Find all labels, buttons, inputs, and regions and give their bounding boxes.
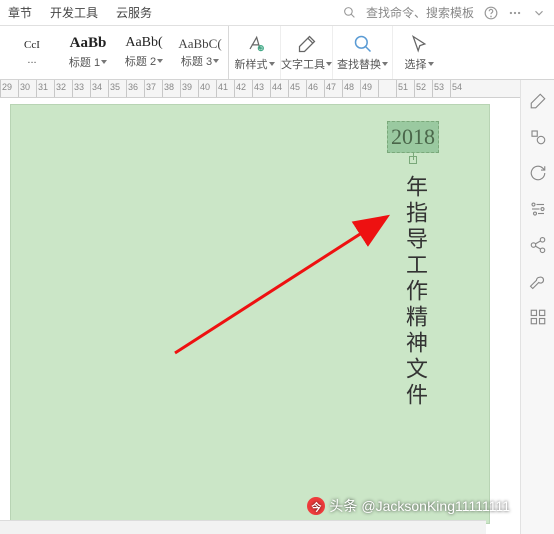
- style-preview: AaBb(: [125, 36, 162, 50]
- style-preview: CcI: [24, 40, 40, 51]
- style-label: 标题 1: [69, 54, 107, 70]
- ruler-tick: 51: [396, 80, 414, 98]
- style-preview: AaBb: [70, 36, 107, 51]
- shapes-icon[interactable]: [529, 128, 547, 146]
- ruler-tick: 45: [288, 80, 306, 98]
- menu-cloud[interactable]: 云服务: [116, 4, 152, 21]
- watermark-handle: @JacksonKing11111111: [361, 498, 510, 514]
- text-tool-button[interactable]: 文字工具: [281, 26, 333, 79]
- ruler-tick: 32: [54, 80, 72, 98]
- style-gallery: CcI ... AaBb 标题 1 AaBb( 标题 2 AaBbC( 标题 3: [4, 26, 229, 79]
- collapse-icon[interactable]: [532, 6, 546, 20]
- ruler-tick: 29: [0, 80, 18, 98]
- ruler-tick: 49: [360, 80, 378, 98]
- ruler-tick: 36: [126, 80, 144, 98]
- ruler-tick: 40: [198, 80, 216, 98]
- style-label: 标题 2: [125, 53, 163, 69]
- cursor-icon: [409, 34, 429, 54]
- style-heading3[interactable]: AaBbC( 标题 3: [172, 26, 228, 79]
- ruler-tick: 38: [162, 80, 180, 98]
- grid-icon[interactable]: [529, 308, 547, 326]
- ruler-tick: 43: [252, 80, 270, 98]
- ruler-tick: 41: [216, 80, 234, 98]
- edit-icon[interactable]: [529, 92, 547, 110]
- watermark: 今 头条 @JacksonKing11111111: [307, 496, 510, 516]
- horizontal-scrollbar[interactable]: [0, 520, 486, 534]
- find-replace-button[interactable]: 查找替换: [333, 26, 393, 79]
- search-icon: [353, 34, 373, 54]
- text-tool-icon: [297, 34, 317, 54]
- horizontal-ruler[interactable]: 2930313233343536373839404142434445464748…: [0, 80, 554, 98]
- style-heading2[interactable]: AaBb( 标题 2: [116, 26, 172, 79]
- ruler-tick: 53: [432, 80, 450, 98]
- style-normal[interactable]: CcI ...: [4, 26, 60, 79]
- ruler-tick: 35: [108, 80, 126, 98]
- style-heading1[interactable]: AaBb 标题 1: [60, 26, 116, 79]
- style-label: 标题 3: [181, 53, 219, 69]
- menu-chapter[interactable]: 章节: [8, 4, 32, 21]
- right-sidebar: [520, 80, 554, 534]
- ruler-tick: 52: [414, 80, 432, 98]
- share-icon[interactable]: [529, 236, 547, 254]
- ruler-tick: 47: [324, 80, 342, 98]
- new-style-button[interactable]: 新样式: [229, 26, 281, 79]
- ruler-tick: 39: [180, 80, 198, 98]
- ruler-tick: [378, 80, 396, 98]
- ruler-tick: 54: [450, 80, 468, 98]
- document-canvas[interactable]: 2018 年指导工作精神文件: [0, 98, 520, 534]
- ruler-tick: 30: [18, 80, 36, 98]
- ruler-tick: 37: [144, 80, 162, 98]
- new-style-icon: [245, 34, 265, 54]
- ruler-tick: 33: [72, 80, 90, 98]
- watermark-logo-icon: 今: [307, 497, 325, 515]
- expand-icon[interactable]: [508, 6, 522, 20]
- style-label: ...: [27, 54, 36, 66]
- ruler-tick: 31: [36, 80, 54, 98]
- refresh-icon[interactable]: [529, 164, 547, 182]
- menu-devtools[interactable]: 开发工具: [50, 4, 98, 21]
- select-button[interactable]: 选择: [393, 26, 445, 79]
- document-title-vertical[interactable]: 年指导工作精神文件: [399, 175, 431, 409]
- ruler-tick: 46: [306, 80, 324, 98]
- ruler-tick: 42: [234, 80, 252, 98]
- search-hint: 查找命令、搜索模板: [366, 4, 474, 21]
- search-icon[interactable]: [343, 6, 356, 19]
- help-icon[interactable]: [484, 6, 498, 20]
- ruler-tick: 44: [270, 80, 288, 98]
- style-preview: AaBbC(: [178, 37, 221, 50]
- ruler-tick: 34: [90, 80, 108, 98]
- ruler-tick: 48: [342, 80, 360, 98]
- tools-icon[interactable]: [529, 272, 547, 290]
- page: 2018 年指导工作精神文件: [10, 104, 490, 524]
- settings-icon[interactable]: [529, 200, 547, 218]
- year-text-selected[interactable]: 2018: [387, 121, 439, 153]
- watermark-prefix: 头条: [329, 496, 357, 516]
